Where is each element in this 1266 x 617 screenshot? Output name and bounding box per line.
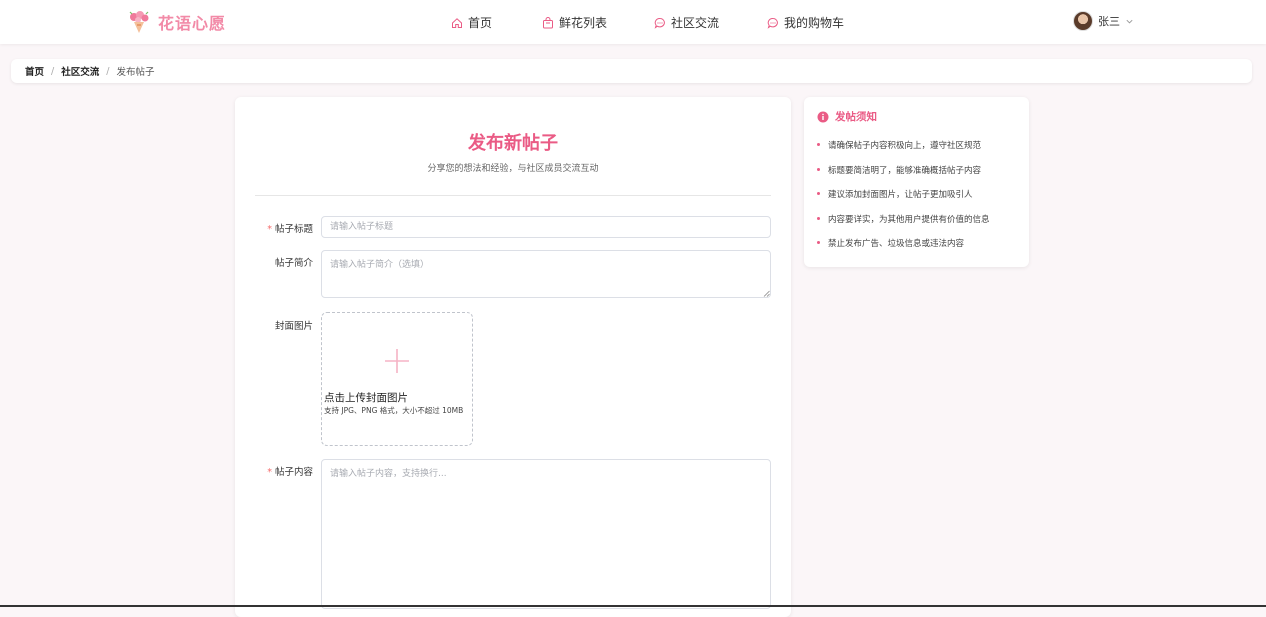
upload-hint: 支持 JPG、PNG 格式，大小不超过 10MB [324,406,464,415]
posting-guidelines-card: 发帖须知 请确保帖子内容积极向上，遵守社区规范 标题要简洁明了，能够准确概括帖子… [804,97,1029,267]
post-title-input[interactable] [321,216,771,238]
breadcrumb-separator: / [51,65,55,77]
nav-label: 社区交流 [671,16,720,30]
info-icon [817,111,829,122]
brand-name: 花语心愿 [158,14,227,33]
breadcrumb-separator: / [106,65,110,77]
breadcrumb-home[interactable]: 首页 [25,64,44,78]
divider [255,195,771,196]
guidelines-list: 请确保帖子内容积极向上，遵守社区规范 标题要简洁明了，能够准确概括帖子内容 建议… [817,139,990,262]
title-label-text: 帖子标题 [274,224,313,235]
cover-label-text: 封面图片 [274,321,313,332]
home-icon [452,17,462,28]
chat-icon [767,17,778,29]
bag-icon [543,16,553,28]
brand-logo[interactable]: 花语心愿 [126,8,226,36]
list-item: 内容要详实，为其他用户提供有价值的信息 [817,213,990,238]
chat-icon [654,17,665,29]
summary-label-text: 帖子简介 [274,258,313,269]
post-form-card: 发布新帖子 分享您的想法和经验，与社区成员交流互动 *帖子标题 帖子简介 封面图… [235,97,791,617]
chevron-down-icon [1126,19,1133,23]
list-item: 标题要简洁明了，能够准确概括帖子内容 [817,164,990,189]
required-mark: * [267,224,272,235]
nav-label: 首页 [468,16,493,30]
nav-label: 我的购物车 [784,16,845,30]
breadcrumb-community[interactable]: 社区交流 [61,64,99,78]
content-label: * 帖子内容 [235,464,313,478]
summary-label: 帖子简介 [235,255,313,269]
breadcrumb-current: 发布帖子 [116,67,155,78]
title-label: * 帖子标题 [235,221,313,235]
breadcrumb: 首页 / 社区交流 / 发布帖子 [11,59,1252,83]
top-header: 花语心愿 首页 鲜花列表 社区交流 我的购物车 张三 [0,0,1266,44]
post-summary-input[interactable] [321,250,771,298]
nav-item-cart[interactable]: 我的购物车 [767,14,844,31]
cover-label: 封面图片 [235,318,313,332]
plus-icon [385,349,409,373]
content-label-text: 帖子内容 [274,467,313,478]
upload-text: 点击上传封面图片 [324,392,408,404]
page-title: 发布新帖子 [468,133,558,154]
user-menu[interactable]: 张三 [1073,11,1134,31]
list-item: 请确保帖子内容积极向上，遵守社区规范 [817,139,990,164]
post-content-input[interactable] [321,459,771,609]
nav-item-home[interactable]: 首页 [451,14,492,31]
nav-item-community[interactable]: 社区交流 [654,14,719,31]
required-mark: * [267,467,272,478]
guidelines-title: 发帖须知 [817,109,877,124]
page-subtitle: 分享您的想法和经验，与社区成员交流互动 [427,164,599,174]
bouquet-icon [129,11,149,33]
resize-grip-icon[interactable] [763,290,770,297]
user-name: 张三 [1098,15,1120,28]
nav-label: 鲜花列表 [559,16,608,30]
list-item: 建议添加封面图片，让帖子更加吸引人 [817,188,990,213]
cover-upload-area[interactable]: 点击上传封面图片 支持 JPG、PNG 格式，大小不超过 10MB [321,312,473,446]
nav-item-flowers[interactable]: 鲜花列表 [542,14,607,31]
list-item: 禁止发布广告、垃圾信息或违法内容 [817,237,990,262]
guidelines-title-text: 发帖须知 [835,111,877,123]
avatar [1073,11,1093,31]
